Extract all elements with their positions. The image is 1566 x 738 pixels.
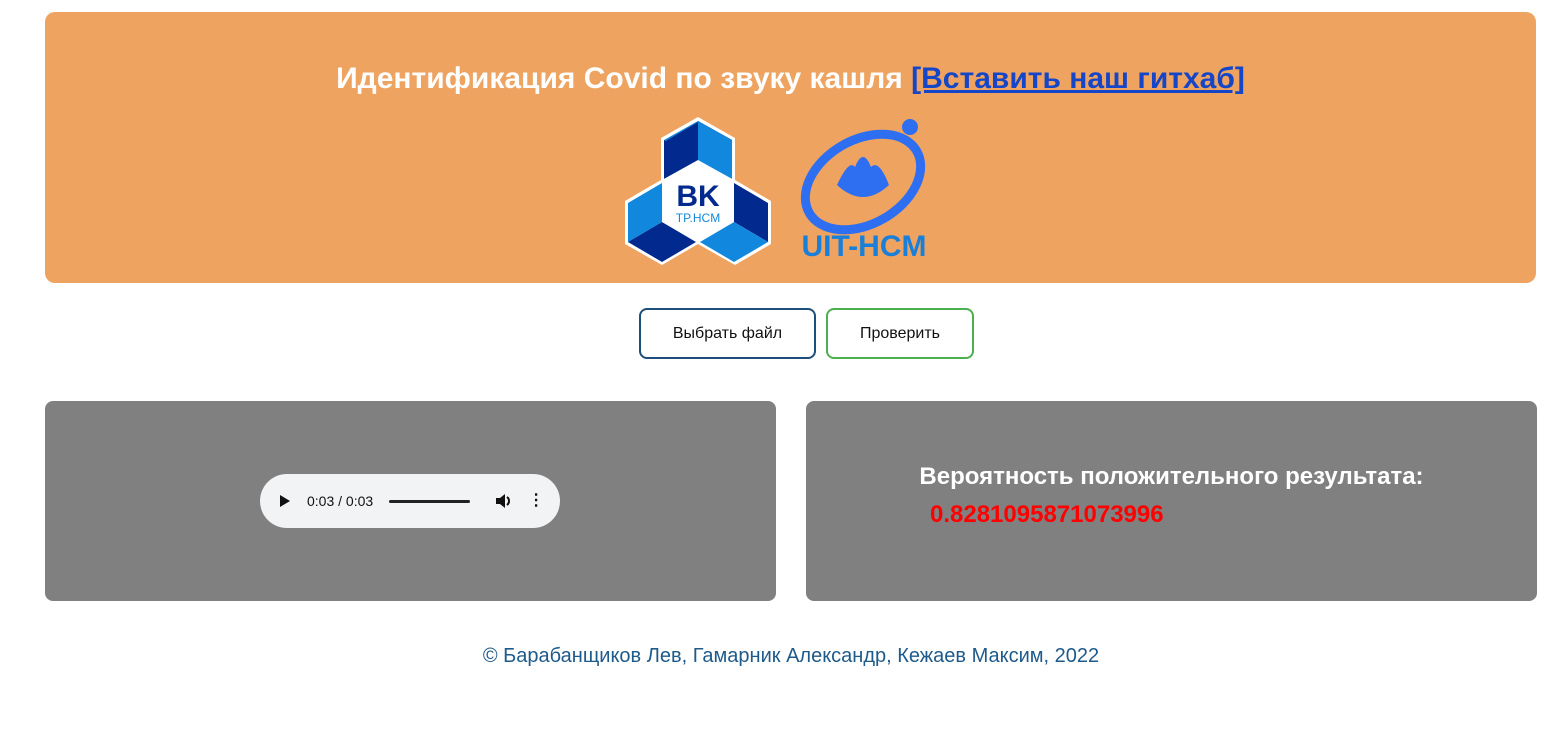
bk-logo-subtitle: TP.HCM bbox=[676, 211, 720, 225]
play-icon[interactable] bbox=[280, 495, 290, 507]
audio-time: 0:03 / 0:03 bbox=[307, 493, 374, 509]
result-panel: Вероятность положительного результата: 0… bbox=[806, 401, 1537, 601]
header-banner: Идентификация Covid по звуку кашля [Вста… bbox=[45, 12, 1536, 283]
page-title: Идентификация Covid по звуку кашля [Вста… bbox=[45, 62, 1536, 96]
audio-panel: 0:03 / 0:03 ⋮ bbox=[45, 401, 776, 601]
audio-seek-slider[interactable] bbox=[389, 499, 471, 503]
uit-logo: UIT-HCM bbox=[800, 119, 927, 263]
choose-file-button[interactable]: Выбрать файл bbox=[639, 308, 816, 359]
title-text: Идентификация Covid по звуку кашля bbox=[336, 62, 903, 95]
more-options-icon[interactable]: ⋮ bbox=[528, 493, 544, 509]
audio-player[interactable]: 0:03 / 0:03 ⋮ bbox=[260, 474, 560, 528]
bk-logo-text: BK bbox=[676, 180, 720, 213]
probability-value: 0.8281095871073996 bbox=[930, 501, 1164, 528]
footer-copyright: © Барабанщиков Лев, Гамарник Александр, … bbox=[482, 645, 1100, 667]
volume-icon[interactable] bbox=[494, 492, 512, 510]
bk-logo: BK TP.HCM bbox=[625, 117, 771, 265]
check-button[interactable]: Проверить bbox=[826, 308, 974, 359]
probability-label: Вероятность положительного результата: bbox=[919, 463, 1424, 490]
uit-logo-text: UIT-HCM bbox=[802, 230, 927, 263]
github-link[interactable]: [Вставить наш гитхаб] bbox=[911, 62, 1245, 95]
